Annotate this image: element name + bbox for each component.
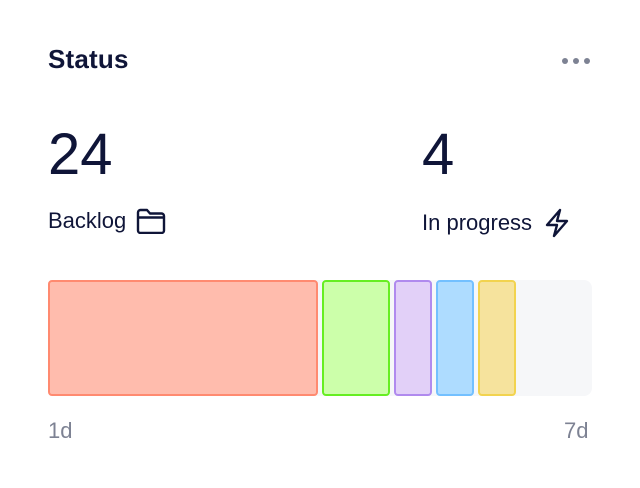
bar-segment[interactable] [478, 280, 516, 396]
backlog-stat: 24 Backlog [48, 126, 166, 234]
more-dot [573, 58, 579, 64]
more-dot [584, 58, 590, 64]
in-progress-count: 4 [422, 122, 455, 187]
more-dot [562, 58, 568, 64]
backlog-count: 24 [48, 122, 113, 187]
bar-segment[interactable] [394, 280, 432, 396]
axis-start-label: 1d [48, 418, 73, 443]
axis-end-label: 7d [564, 418, 589, 443]
status-distribution-bar [48, 280, 592, 396]
bar-segment[interactable] [48, 280, 318, 396]
folder-icon [136, 208, 166, 234]
lightning-icon [544, 208, 570, 238]
backlog-label: Backlog [48, 208, 127, 233]
bar-segment[interactable] [436, 280, 474, 396]
bar-segment[interactable] [322, 280, 390, 396]
in-progress-stat: 4 In progress [422, 126, 570, 238]
more-options-icon[interactable] [562, 50, 590, 72]
status-card: Status 24 Backlog 4 In progress 1d 7d [0, 0, 640, 488]
card-title: Status [48, 44, 129, 74]
in-progress-label: In progress [422, 210, 533, 235]
